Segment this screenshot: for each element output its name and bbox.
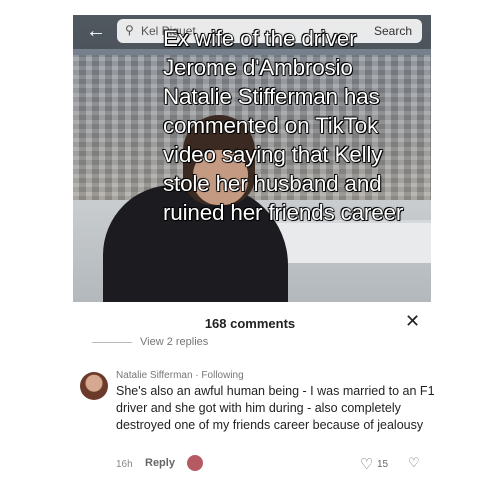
overlay-caption: Ex wife of the driver Jerome d'Ambrosio … (162, 24, 473, 227)
search-icon: ⚲ (125, 23, 134, 37)
avatar[interactable] (80, 372, 108, 400)
heart-icon[interactable]: ♡ (360, 455, 373, 473)
caption-line: video saying that Kelly (162, 141, 383, 167)
replies-divider (92, 342, 132, 343)
caption-line: ruined her friends career (162, 199, 404, 225)
reply-button[interactable]: Reply (145, 457, 175, 469)
caption-line: Jerome d'Ambrosio (162, 54, 353, 80)
comment-time: 16h (116, 459, 133, 470)
caption-line: commented on TikTok (162, 112, 379, 138)
caption-line: Ex wife of the driver (162, 25, 357, 51)
comment-author[interactable]: Natalie Sifferman (116, 370, 193, 381)
caption-line: stole her husband and (162, 170, 382, 196)
dislike-icon[interactable]: ♡ (408, 455, 420, 471)
like-count: 15 (377, 459, 389, 470)
creator-liked-avatar-icon (187, 455, 203, 471)
close-icon[interactable]: ✕ (405, 311, 420, 332)
back-arrow-icon[interactable]: ← (86, 21, 106, 41)
comment-header: Natalie Sifferman · Following (116, 370, 244, 381)
view-replies-link[interactable]: View 2 replies (140, 336, 208, 348)
following-label: Following (201, 370, 244, 381)
caption-line: Natalie Stifferman has (162, 83, 380, 109)
comments-count: 168 comments (204, 316, 296, 331)
comment-text: She's also an awful human being - I was … (116, 384, 435, 432)
